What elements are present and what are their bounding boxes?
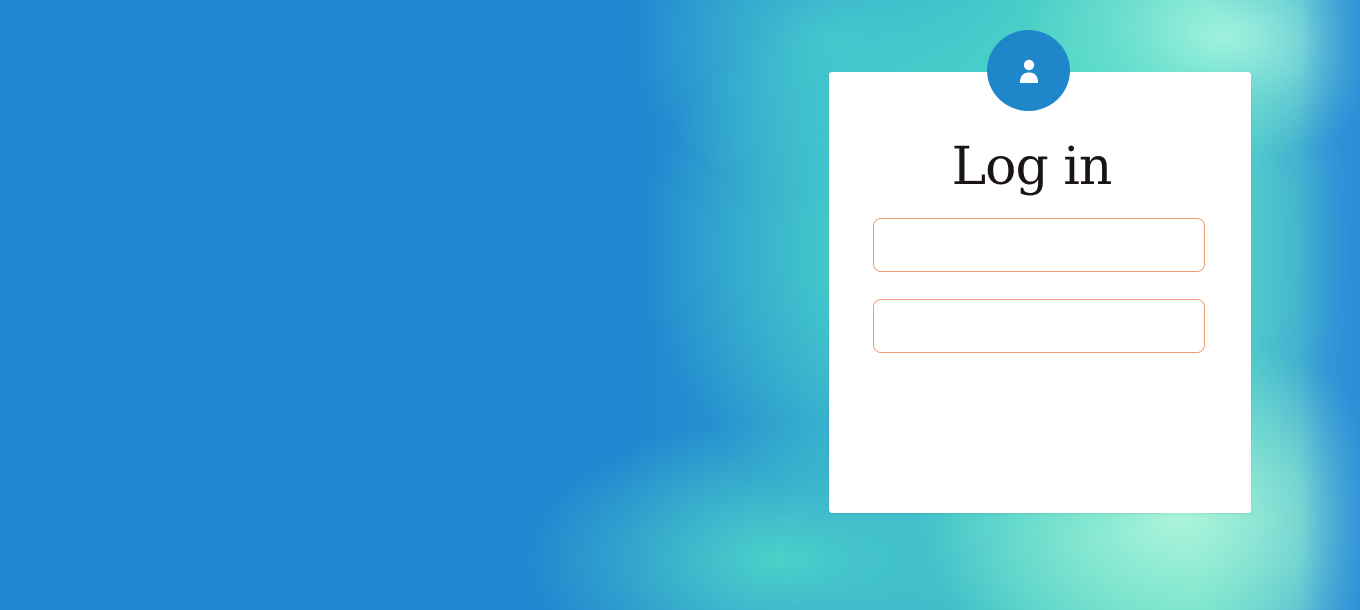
page-title: Log in [951,137,1113,197]
user-icon [1019,59,1038,83]
background-edge [1300,0,1360,610]
avatar [987,30,1070,111]
username-field[interactable] [873,218,1205,272]
password-field[interactable] [873,299,1205,353]
